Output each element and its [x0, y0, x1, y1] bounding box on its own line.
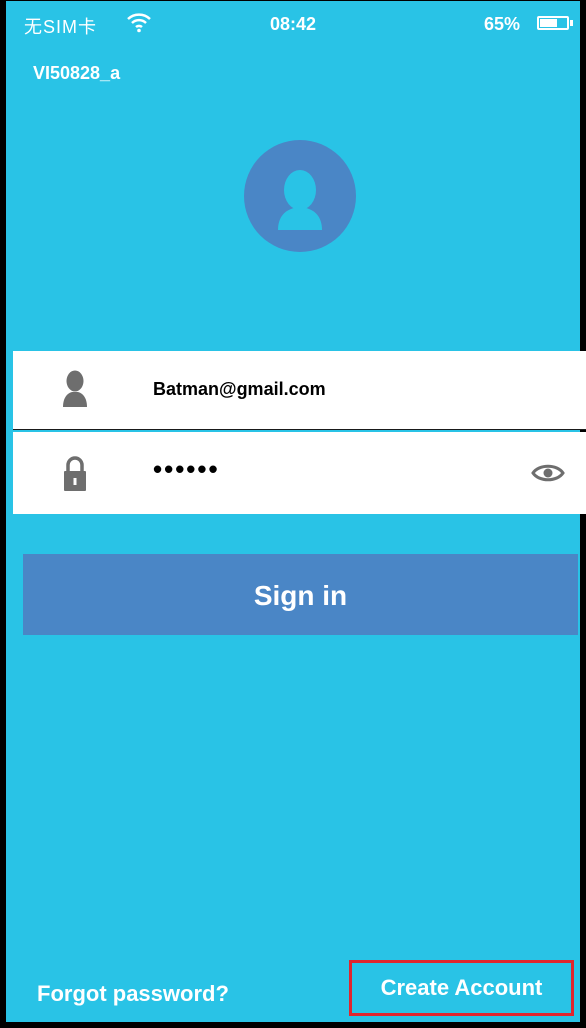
user-icon: [61, 369, 89, 414]
sign-in-button[interactable]: Sign in: [23, 554, 578, 635]
device-name: VI50828_a: [33, 63, 121, 83]
username-field[interactable]: Batman@gmail.com: [13, 351, 586, 430]
create-account-button[interactable]: Create Account: [349, 960, 574, 1016]
battery-icon: [537, 16, 569, 30]
lock-icon: [61, 454, 89, 499]
password-field[interactable]: ••••••: [13, 432, 586, 514]
battery-tip: [570, 20, 573, 26]
battery-percent: 65%: [484, 14, 521, 34]
avatar-user-icon: [278, 170, 322, 230]
username-value: Batman@gmail.com: [153, 379, 326, 399]
battery-fill: [540, 19, 557, 27]
password-value: ••••••: [153, 454, 220, 484]
avatar: [244, 140, 356, 252]
forgot-password-link[interactable]: Forgot password?: [37, 981, 229, 1007]
app-screen: 无SIM卡 08:42 65% VI50828_a Batman@gmail.c…: [0, 0, 586, 1028]
eye-icon[interactable]: [531, 462, 565, 489]
status-bar: 无SIM卡 08:42 65%: [6, 1, 580, 45]
